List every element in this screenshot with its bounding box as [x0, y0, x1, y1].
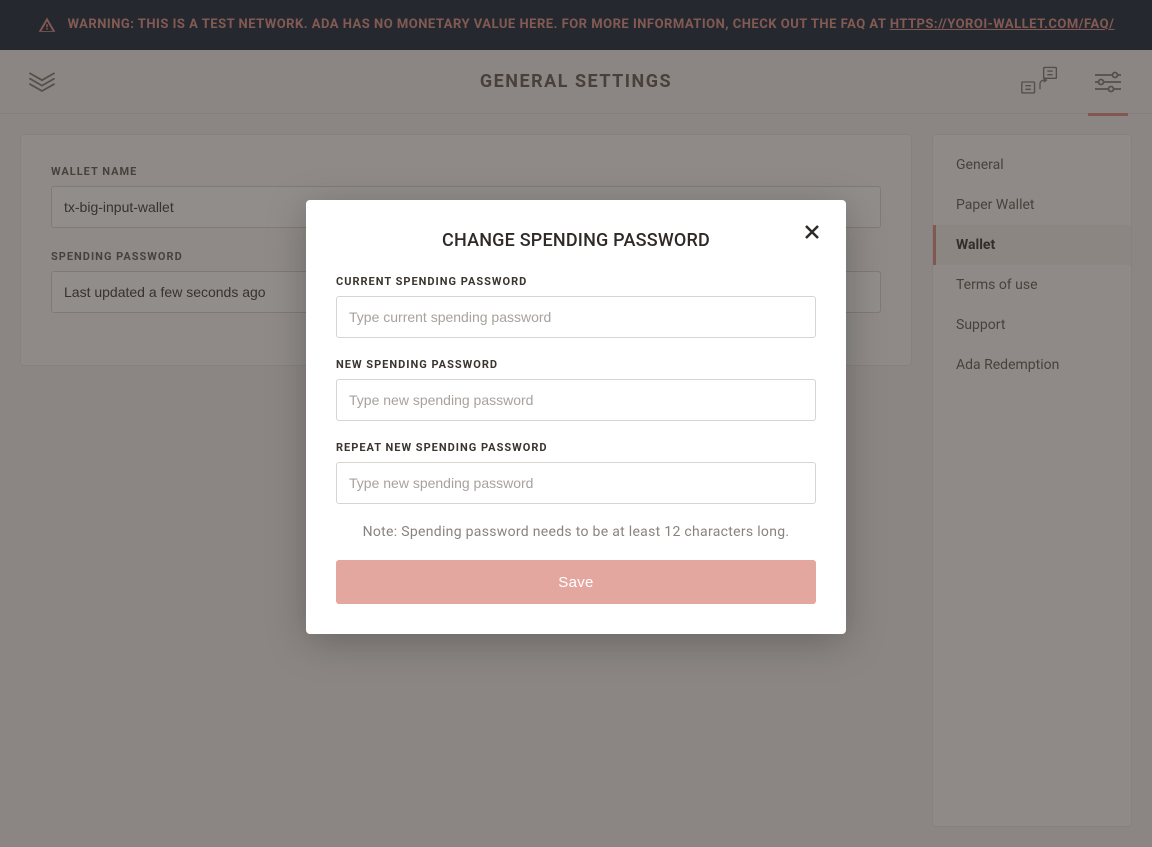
modal-overlay[interactable]: CHANGE SPENDING PASSWORD CURRENT SPENDIN… — [0, 0, 1152, 847]
current-password-input[interactable] — [336, 296, 816, 338]
modal-title: CHANGE SPENDING PASSWORD — [336, 230, 816, 251]
password-note: Note: Spending password needs to be at l… — [336, 524, 816, 540]
new-password-input[interactable] — [336, 379, 816, 421]
repeat-password-label: REPEAT NEW SPENDING PASSWORD — [336, 441, 816, 454]
save-button[interactable]: Save — [336, 560, 816, 604]
close-icon[interactable] — [802, 222, 822, 246]
change-password-modal: CHANGE SPENDING PASSWORD CURRENT SPENDIN… — [306, 200, 846, 634]
repeat-password-input[interactable] — [336, 462, 816, 504]
new-password-label: NEW SPENDING PASSWORD — [336, 358, 816, 371]
current-password-label: CURRENT SPENDING PASSWORD — [336, 275, 816, 288]
